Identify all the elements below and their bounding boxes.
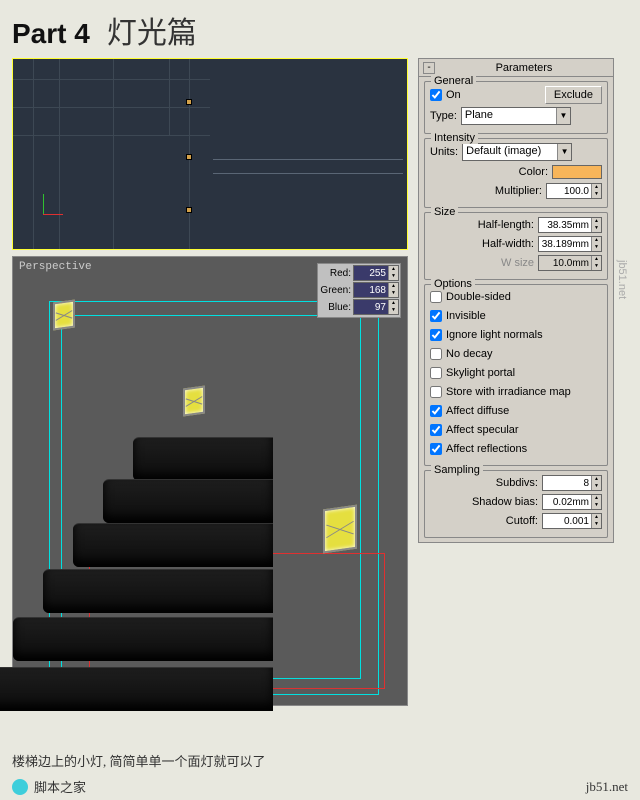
top-viewport[interactable] [12, 58, 408, 250]
chevron-down-icon[interactable]: ▼ [557, 144, 571, 160]
checkbox-option-0[interactable] [430, 291, 442, 303]
group-sampling: Sampling Subdivs: ▲▼ Shadow bias: ▲▼ Cut… [424, 470, 608, 538]
checkbox-option-1[interactable] [430, 310, 442, 322]
page-title: 灯光篇 [107, 8, 197, 52]
spinner-icon[interactable]: ▲▼ [388, 266, 398, 280]
checkbox-option-2[interactable] [430, 329, 442, 341]
option-label: Ignore light normals [446, 329, 543, 341]
option-label: Affect reflections [446, 443, 527, 455]
group-options: Options Double-sidedInvisibleIgnore ligh… [424, 284, 608, 466]
parameters-panel: - Parameters General On Exclude Type: [418, 58, 614, 543]
footer: 脚本之家 jb51.net [0, 777, 640, 796]
w-size-input [539, 256, 591, 270]
spinner-icon[interactable]: ▲▼ [591, 476, 601, 490]
option-label: Affect specular [446, 424, 519, 436]
perspective-viewport[interactable]: Perspective Red: [12, 256, 408, 706]
spinner-icon[interactable]: ▲▼ [591, 218, 601, 232]
green-label: Green: [319, 285, 353, 296]
watermark: jb51.net [616, 260, 628, 299]
option-label: Store with irradiance map [446, 386, 571, 398]
checkbox-option-4[interactable] [430, 367, 442, 379]
group-size: Size Half-length: ▲▼ Half-width: ▲▼ W si… [424, 212, 608, 280]
rgb-readout: Red: ▲▼ Green: ▲▼ Blue: ▲▼ [317, 263, 401, 318]
spinner-icon[interactable]: ▲▼ [591, 184, 601, 198]
shadow-bias-input[interactable] [543, 495, 591, 509]
spinner-icon[interactable]: ▲▼ [591, 514, 601, 528]
option-label: No decay [446, 348, 492, 360]
group-intensity: Intensity Units: Default (image)▼ Color: [424, 138, 608, 208]
multiplier-input[interactable] [547, 184, 591, 198]
exclude-button[interactable]: Exclude [545, 86, 602, 104]
page-header: Part 4 灯光篇 [12, 8, 628, 52]
site-url: jb51.net [586, 779, 628, 795]
units-dropdown[interactable]: Default (image)▼ [462, 143, 572, 161]
cutoff-input[interactable] [543, 514, 591, 528]
group-general: General On Exclude Type: Plane▼ [424, 81, 608, 134]
spinner-icon[interactable]: ▲▼ [591, 495, 601, 509]
half-width-input[interactable] [539, 237, 591, 251]
checkbox-option-5[interactable] [430, 386, 442, 398]
option-label: Affect diffuse [446, 405, 509, 417]
checkbox-option-8[interactable] [430, 443, 442, 455]
red-label: Red: [319, 268, 353, 279]
spinner-icon[interactable]: ▲▼ [388, 300, 398, 314]
spinner-icon: ▲▼ [591, 256, 601, 270]
checkbox-on[interactable] [430, 89, 442, 101]
spinner-icon[interactable]: ▲▼ [388, 283, 398, 297]
option-label: Skylight portal [446, 367, 515, 379]
axis-gizmo [43, 199, 73, 229]
stairs-geometry [13, 437, 273, 697]
checkbox-option-6[interactable] [430, 405, 442, 417]
site-name: 脚本之家 [34, 777, 86, 796]
gizmo-handle[interactable] [186, 99, 192, 105]
option-label: Double-sided [446, 291, 511, 303]
chevron-down-icon[interactable]: ▼ [556, 108, 570, 124]
blue-label: Blue: [319, 302, 353, 313]
viewport-label: Perspective [19, 261, 92, 273]
checkbox-option-7[interactable] [430, 424, 442, 436]
option-label: Invisible [446, 310, 486, 322]
blue-input[interactable] [354, 300, 388, 314]
site-logo-icon [12, 779, 28, 795]
checkbox-option-3[interactable] [430, 348, 442, 360]
vray-light-1[interactable] [53, 299, 75, 330]
vray-light-3[interactable] [323, 505, 357, 554]
red-input[interactable] [354, 266, 388, 280]
spinner-icon[interactable]: ▲▼ [591, 237, 601, 251]
half-length-input[interactable] [539, 218, 591, 232]
vray-light-2[interactable] [183, 385, 205, 416]
gizmo-handle[interactable] [186, 154, 192, 160]
caption-text: 楼梯边上的小灯, 简简单单一个面灯就可以了 [12, 751, 266, 770]
color-swatch[interactable] [552, 165, 602, 179]
part-number: Part 4 [12, 18, 90, 50]
green-input[interactable] [354, 283, 388, 297]
gizmo-handle[interactable] [186, 207, 192, 213]
type-dropdown[interactable]: Plane▼ [461, 107, 571, 125]
collapse-icon[interactable]: - [423, 62, 435, 74]
subdivs-input[interactable] [543, 476, 591, 490]
